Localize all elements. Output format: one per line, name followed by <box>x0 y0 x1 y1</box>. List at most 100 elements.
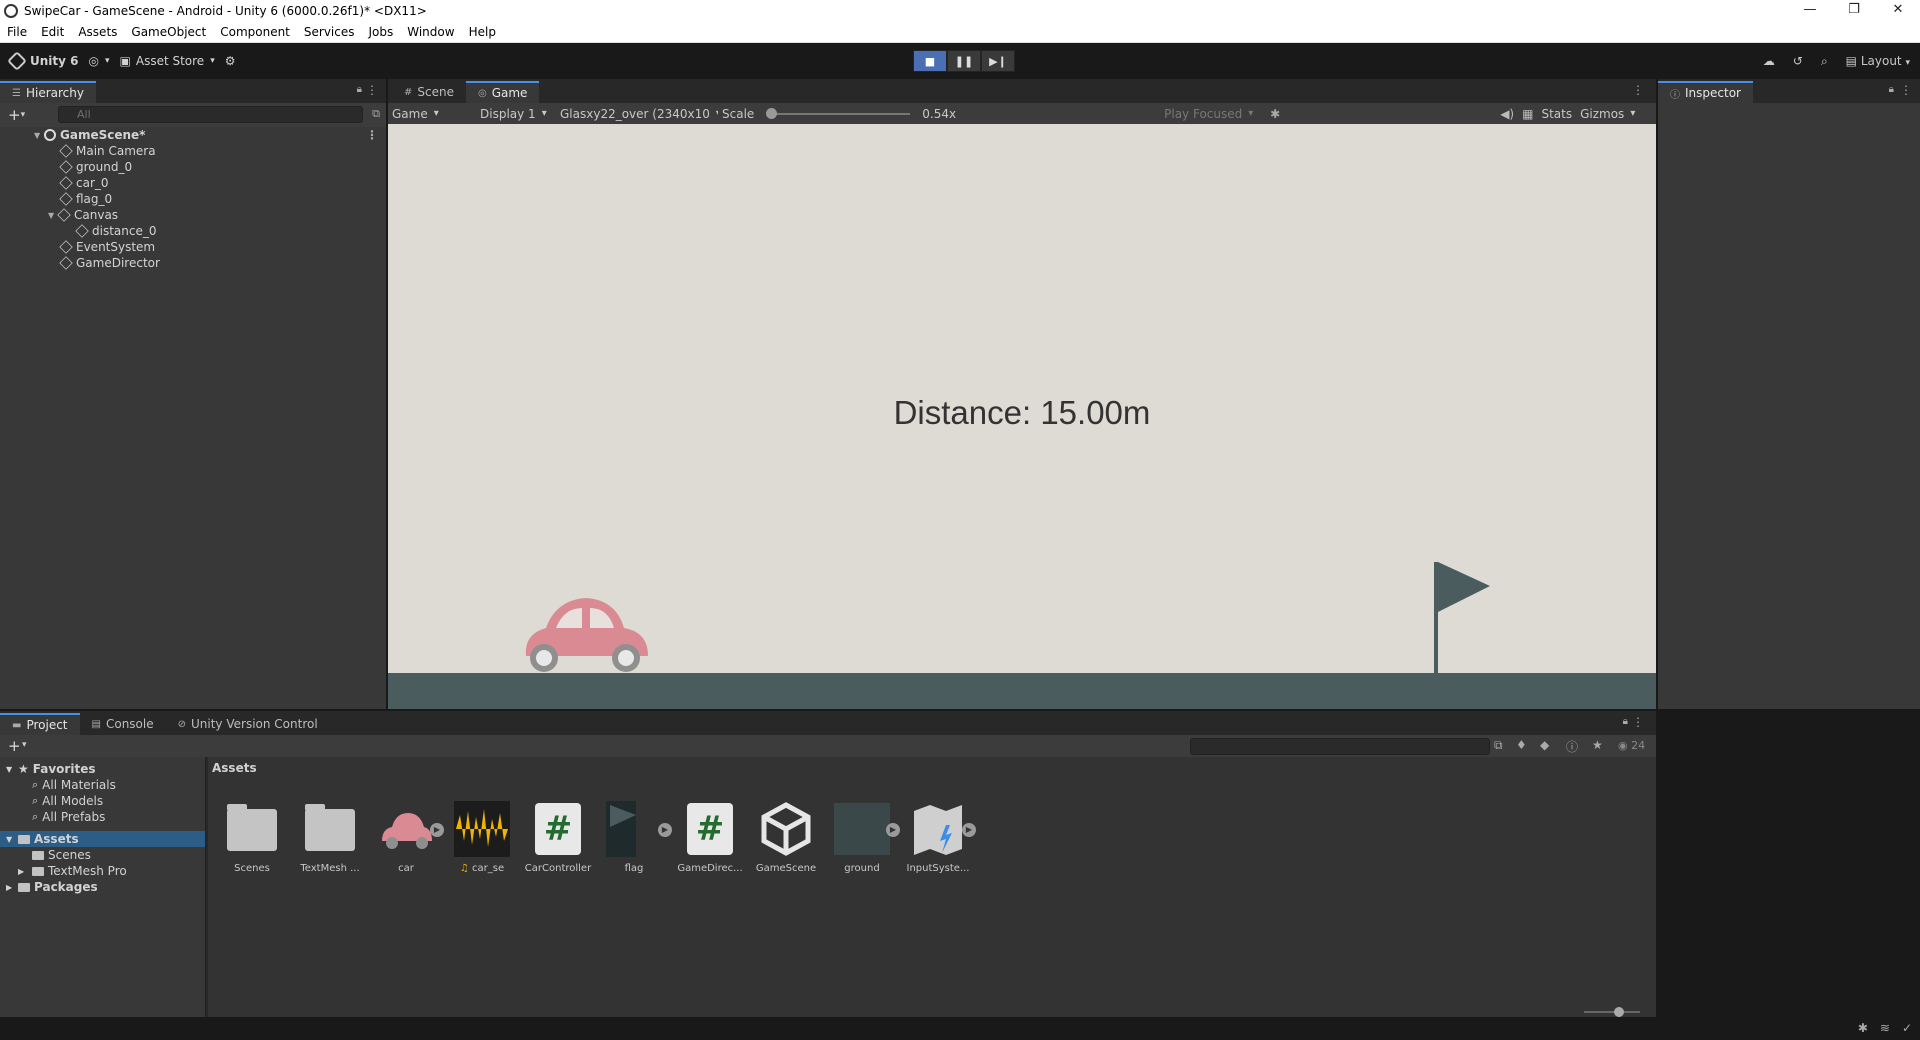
menu-assets[interactable]: Assets <box>71 25 124 39</box>
mute-audio-icon[interactable]: ◀) <box>1496 107 1518 121</box>
chevron-down-icon[interactable]: ▾ <box>21 110 26 120</box>
tree-item-car[interactable]: car_0 <box>0 175 386 191</box>
minimize-icon[interactable]: — <box>1788 0 1832 22</box>
tree-item-distance[interactable]: distance_0 <box>0 223 386 239</box>
sidebar-item-all-materials[interactable]: ⌕ All Materials <box>0 777 205 793</box>
project-search-input[interactable] <box>1190 738 1490 755</box>
stats-button[interactable]: Stats <box>1537 107 1576 121</box>
bug-icon[interactable]: ✱ <box>1858 1021 1868 1035</box>
menu-gameobject[interactable]: GameObject <box>124 25 213 39</box>
hidden-count-badge[interactable]: ◉ 24 <box>1618 739 1645 752</box>
expand-asset-icon[interactable]: ▶ <box>962 823 976 837</box>
account-dropdown[interactable]: ◎ ▾ <box>89 54 110 68</box>
search-icon[interactable]: ⌕ <box>1821 54 1828 69</box>
menu-edit[interactable]: Edit <box>34 25 71 39</box>
check-circle-icon[interactable]: ✓ <box>1902 1021 1912 1035</box>
tree-item-gamescene[interactable]: ▼ GameScene* ⋮ <box>0 127 386 143</box>
tag-icon[interactable]: ◆ <box>1540 738 1549 752</box>
sidebar-packages[interactable]: ▶ Packages <box>0 879 205 895</box>
pause-button[interactable]: ❚❚ <box>947 50 981 72</box>
unity-account-button[interactable]: Unity 6 <box>7 51 79 71</box>
maximize-icon[interactable]: ❐ <box>1832 0 1876 22</box>
asset-item[interactable]: ▶ InputSyste... <box>900 801 976 874</box>
tab-game[interactable]: ◎ Game <box>465 81 540 103</box>
menu-window[interactable]: Window <box>400 25 461 39</box>
more-options-icon[interactable]: ⋮ <box>1632 715 1644 729</box>
tab-project[interactable]: ▬ Project <box>0 713 80 735</box>
lock-icon[interactable]: 🔒︎ <box>357 84 362 95</box>
layers-icon[interactable]: ≋ <box>1880 1021 1890 1035</box>
expand-sprite-icon[interactable]: ▶ <box>430 823 444 837</box>
more-options-icon[interactable]: ⋮ <box>366 128 378 142</box>
history-icon[interactable]: ↺ <box>1793 54 1803 68</box>
menu-help[interactable]: Help <box>462 25 503 39</box>
hierarchy-search-input[interactable]: All <box>58 106 363 123</box>
asset-item[interactable]: # CarController <box>520 801 596 874</box>
cloud-icon[interactable]: ☁ <box>1763 54 1775 68</box>
expand-sprite-icon[interactable]: ▶ <box>658 823 672 837</box>
search-by-label-icon[interactable]: ♦ <box>1516 738 1527 752</box>
asset-item[interactable]: ▶ flag <box>596 801 672 874</box>
play-focused-dropdown[interactable]: Play Focused <box>1160 107 1266 121</box>
game-viewport[interactable]: Distance: 15.00m <box>388 124 1656 709</box>
menu-file[interactable]: File <box>0 25 34 39</box>
lock-icon[interactable]: 🔒︎ <box>1889 84 1894 95</box>
tab-inspector[interactable]: ⓘ Inspector <box>1658 81 1753 103</box>
expand-arrow-icon[interactable]: ▼ <box>6 765 18 774</box>
more-options-icon[interactable]: ⋮ <box>1900 83 1912 97</box>
chevron-down-icon[interactable]: ▾ <box>22 740 27 750</box>
favorite-star-icon[interactable]: ★ <box>1592 738 1603 752</box>
asset-store-button[interactable]: ▣ Asset Store ▾ <box>120 54 215 68</box>
asset-item[interactable]: ▶ ground <box>824 801 900 874</box>
game-mode-dropdown[interactable]: Game <box>388 107 476 121</box>
step-button[interactable]: ▶❙ <box>981 50 1015 72</box>
tab-unity-version-control[interactable]: ⊘ Unity Version Control <box>165 713 330 735</box>
expand-arrow-icon[interactable]: ▼ <box>6 835 18 844</box>
tree-item-main-camera[interactable]: Main Camera <box>0 143 386 159</box>
bug-icon[interactable]: ✱ <box>1266 107 1284 121</box>
tree-item-gamedirector[interactable]: GameDirector <box>0 255 386 271</box>
sidebar-item-scenes[interactable]: Scenes <box>0 847 205 863</box>
resolution-dropdown[interactable]: Glasxy22_over (2340x10 <box>556 107 718 121</box>
expand-arrow-icon[interactable]: ▶ <box>6 883 18 892</box>
breadcrumb[interactable]: Assets <box>212 761 257 775</box>
menu-component[interactable]: Component <box>213 25 297 39</box>
stop-button[interactable]: ■ <box>913 50 947 72</box>
asset-item[interactable]: # GameDirec... <box>672 801 748 874</box>
tree-item-canvas[interactable]: ▼ Canvas <box>0 207 386 223</box>
menu-services[interactable]: Services <box>297 25 362 39</box>
more-options-icon[interactable]: ⋮ <box>1632 83 1644 97</box>
tree-item-flag[interactable]: flag_0 <box>0 191 386 207</box>
tab-hierarchy[interactable]: ☰ Hierarchy <box>0 81 96 103</box>
tree-item-ground[interactable]: ground_0 <box>0 159 386 175</box>
sidebar-assets[interactable]: ▼ Assets <box>0 831 205 847</box>
more-options-icon[interactable]: ⋮ <box>366 83 378 97</box>
sidebar-favorites[interactable]: ▼ ★ Favorites <box>0 761 205 777</box>
asset-item[interactable]: TextMesh ... <box>292 801 368 874</box>
scale-slider[interactable] <box>766 107 911 119</box>
asset-item[interactable]: Scenes <box>214 801 290 874</box>
close-icon[interactable]: ✕ <box>1876 0 1920 22</box>
thumbnail-size-slider[interactable] <box>1584 1007 1640 1017</box>
search-options-icon[interactable]: ⧉ <box>372 107 380 121</box>
menu-jobs[interactable]: Jobs <box>362 25 401 39</box>
tab-scene[interactable]: # Scene <box>392 81 466 103</box>
sidebar-item-all-models[interactable]: ⌕ All Models <box>0 793 205 809</box>
thumbnail-size-slider-knob[interactable] <box>1614 1007 1624 1017</box>
sidebar-item-textmesh-pro[interactable]: ▶ TextMesh Pro <box>0 863 205 879</box>
scale-slider-knob[interactable] <box>766 107 778 119</box>
settings-icon[interactable]: ⚙ <box>225 54 236 68</box>
add-icon[interactable]: + <box>8 106 21 124</box>
info-icon[interactable]: ⓘ <box>1566 738 1578 755</box>
gizmos-dropdown[interactable]: Gizmos <box>1576 107 1639 121</box>
add-icon[interactable]: + <box>8 737 21 755</box>
asset-item[interactable]: GameScene <box>748 801 824 874</box>
layout-dropdown[interactable]: ▤ Layout ▾ <box>1846 54 1910 68</box>
sidebar-item-all-prefabs[interactable]: ⌕ All Prefabs <box>0 809 205 825</box>
expand-arrow-icon[interactable]: ▼ <box>34 131 44 140</box>
asset-item[interactable]: ▶ car <box>368 801 444 874</box>
expand-sprite-icon[interactable]: ▶ <box>886 823 900 837</box>
tree-item-eventsystem[interactable]: EventSystem <box>0 239 386 255</box>
lock-icon[interactable]: 🔒︎ <box>1623 716 1628 727</box>
expand-arrow-icon[interactable]: ▶ <box>18 867 32 876</box>
